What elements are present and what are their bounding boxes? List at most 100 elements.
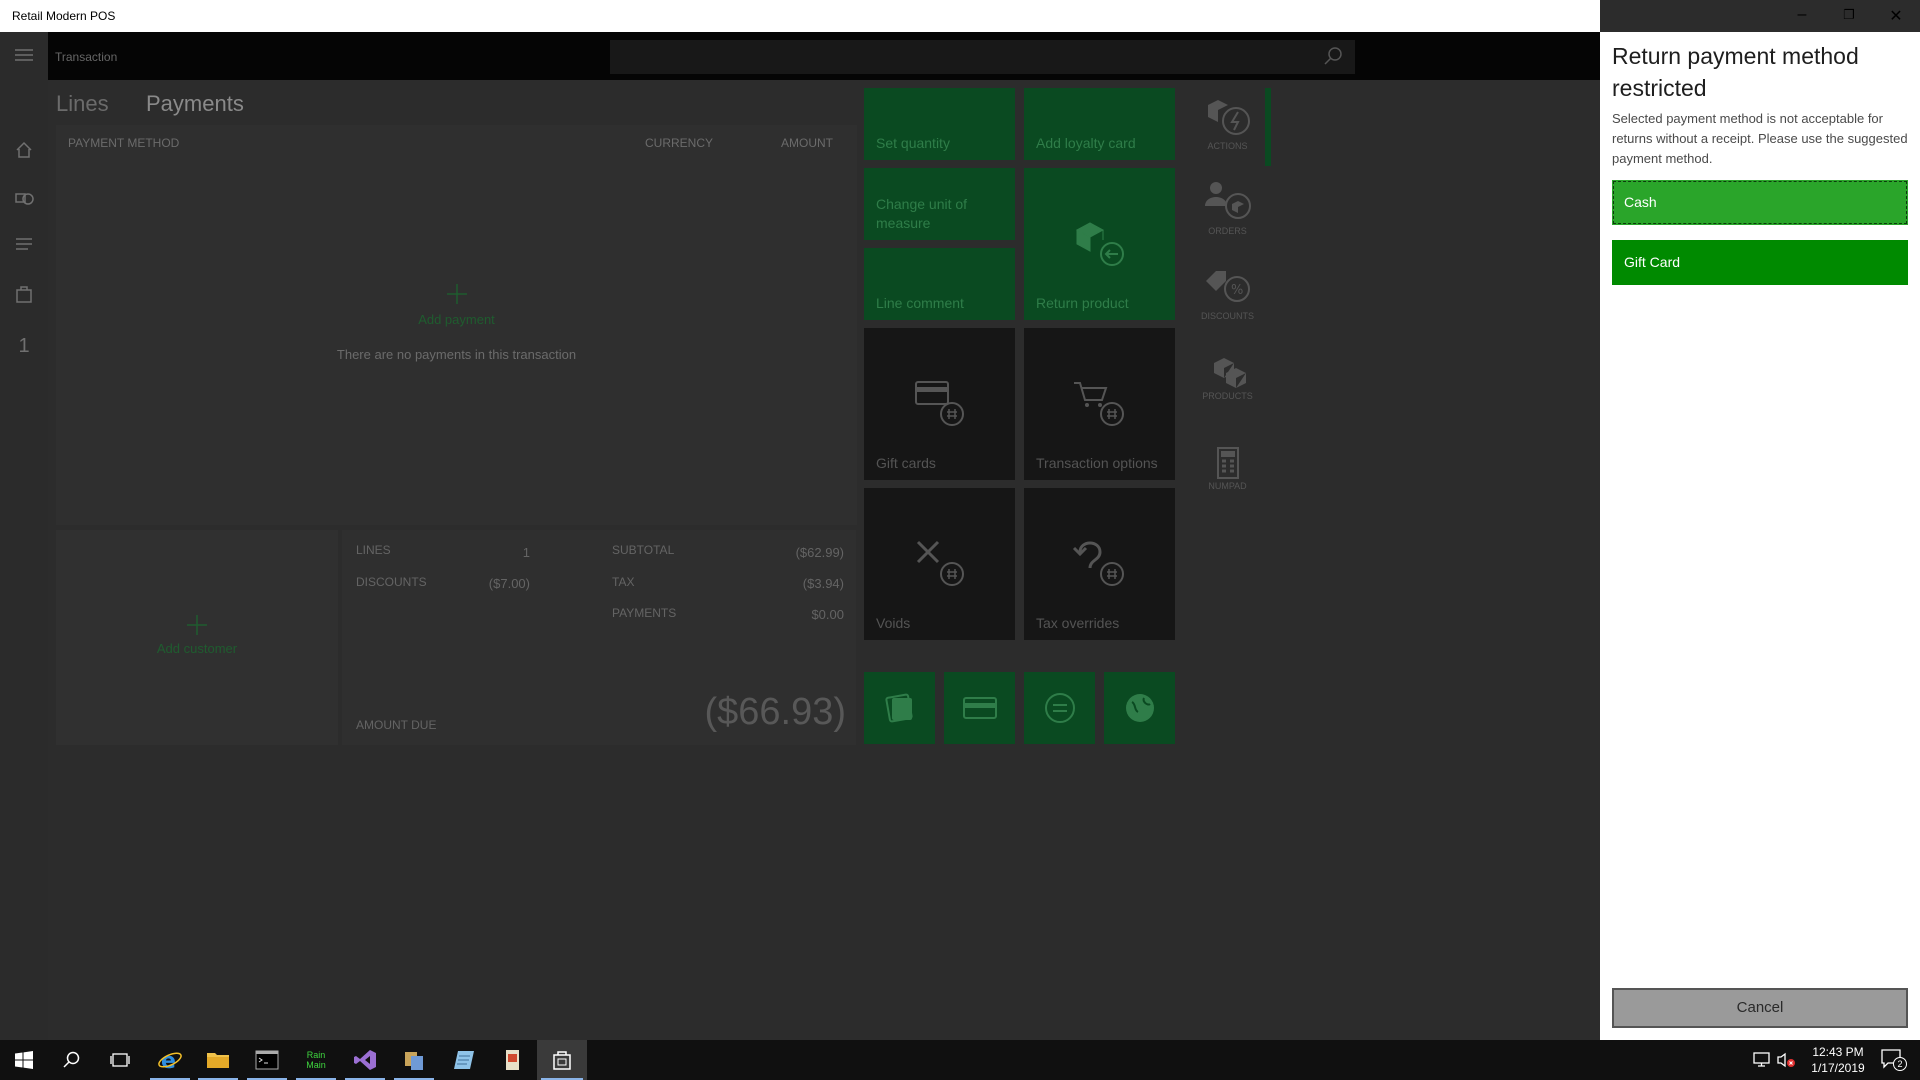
pay-currency-tile[interactable] [1104,672,1175,744]
search-input[interactable] [610,40,1355,74]
notepad-icon [454,1051,474,1069]
shopping-bag-icon[interactable] [12,284,36,308]
discounts-label: DISCOUNTS [356,575,427,589]
add-payment-label: Add payment [418,312,495,327]
action-center-icon[interactable]: 2 [1880,1048,1908,1072]
svg-text:e: e [161,1049,176,1072]
payments-value: $0.00 [811,607,844,622]
dialog-message: Selected payment method is not acceptabl… [1612,111,1908,166]
transaction-options-tile[interactable]: Transaction options [1024,328,1175,480]
terminal-icon [255,1050,279,1070]
discounts-value: ($7.00) [488,576,530,591]
hamburger-menu-icon[interactable] [12,46,36,70]
internet-explorer-button[interactable]: e [146,1040,194,1080]
rain-main-button[interactable]: Rain Main [292,1040,340,1080]
add-loyalty-card-tile[interactable]: Add loyalty card [1024,88,1175,160]
customer-panel: Add customer [56,530,338,745]
lines-label: LINES [356,543,391,557]
payments-label: PAYMENTS [612,606,677,620]
empty-message: There are no payments in this transactio… [336,347,577,362]
svg-text:%: % [1231,283,1243,298]
add-payment-button[interactable]: Add payment [56,283,857,327]
cancel-button[interactable]: Cancel [1612,988,1908,1028]
column-header-currency[interactable]: CURRENCY [645,136,713,150]
pay-card-tile[interactable] [944,672,1015,744]
column-header-payment-method[interactable]: PAYMENT METHOD [68,136,179,150]
taskbar: e Rain Main 12:43 PM 1/17/2019 2 [0,1040,1920,1080]
home-icon[interactable] [12,140,36,164]
toolbar-products-label: PRODUCTS [1202,391,1253,401]
open-transactions-count[interactable]: 1 [12,334,36,358]
volume-muted-icon[interactable] [1776,1052,1796,1073]
search-icon [63,1051,80,1068]
products-nav-icon[interactable] [12,187,36,211]
column-header-amount[interactable]: AMOUNT [781,136,833,150]
restore-button[interactable]: ❐ [1834,7,1864,23]
undo-icon [1072,541,1124,586]
folder-icon [207,1053,229,1068]
system-clock[interactable]: 12:43 PM 1/17/2019 [1797,1044,1879,1076]
notepad-button[interactable] [440,1040,488,1080]
close-button[interactable]: ✕ [1881,6,1911,26]
actions-icon [1207,100,1250,135]
change-unit-tile[interactable]: Change unit of measure [864,168,1015,240]
package-icon [405,1052,423,1070]
shopping-cart-icon [1074,382,1124,426]
clock-date: 1/17/2019 [1811,1061,1865,1075]
line-comment-tile[interactable]: Line comment [864,248,1015,320]
add-customer-button[interactable]: Add customer [56,614,338,656]
plus-icon [187,615,207,635]
visual-studio-button[interactable] [341,1040,389,1080]
search-icon[interactable] [1323,46,1343,66]
tax-overrides-tile[interactable]: Tax overrides [1024,488,1175,640]
gift-card-payment-button[interactable]: Gift Card [1612,240,1908,285]
start-button[interactable] [0,1040,48,1080]
pay-cash-tile[interactable] [864,672,935,744]
payments-grid: PAYMENT METHOD CURRENCY AMOUNT Add payme… [56,125,857,525]
minimize-button[interactable]: – [1787,6,1817,24]
lines-value: 1 [522,545,530,560]
retail-pos-taskbar-button[interactable] [537,1040,587,1080]
windows-logo-icon [15,1051,33,1069]
toolbar-orders[interactable]: ORDERS [1190,180,1265,236]
clock-time: 12:43 PM [1812,1045,1864,1059]
toolbar-orders-label: ORDERS [1208,226,1247,236]
return-product-tile[interactable]: Return product [1024,168,1175,320]
search-taskbar-button[interactable] [48,1040,96,1080]
left-nav-rail: 1 [0,32,48,1040]
pay-exact-tile[interactable] [1024,672,1095,744]
network-icon[interactable] [1752,1052,1772,1073]
transaction-nav-icon[interactable] [12,235,36,259]
file-explorer-button[interactable] [194,1040,242,1080]
discounts-icon: % [1205,271,1250,302]
task-view-icon [110,1053,130,1067]
app-package-button[interactable] [390,1040,438,1080]
notification-count: 2 [1893,1057,1907,1071]
header-bar: Transaction [48,32,1600,80]
task-view-button[interactable] [96,1040,144,1080]
set-quantity-tile[interactable]: Set quantity [864,88,1015,160]
cash-payment-button[interactable]: Cash [1612,180,1908,225]
toolbar-numpad[interactable]: NUMPAD [1190,445,1265,491]
tab-lines[interactable]: Lines [56,91,109,117]
tax-label: TAX [612,575,635,589]
toolbar-actions-label: ACTIONS [1207,141,1248,151]
toolbar-discounts-label: DISCOUNTS [1200,311,1254,321]
calculator-icon [1216,447,1239,479]
toolbar-discounts[interactable]: % DISCOUNTS [1190,265,1265,321]
equals-icon [1045,693,1075,723]
void-x-icon [916,540,964,586]
toolbar-actions[interactable]: ACTIONS [1190,95,1265,151]
command-prompt-button[interactable] [243,1040,291,1080]
gift-cards-tile[interactable]: Gift cards [864,328,1015,480]
toolbar-products[interactable]: PRODUCTS [1190,355,1265,401]
tab-payments[interactable]: Payments [146,91,244,117]
visual-studio-icon [354,1050,376,1070]
window-title-bar: Retail Modern POS [0,0,1600,32]
voids-tile[interactable]: Voids [864,488,1015,640]
window-title: Retail Modern POS [12,9,116,23]
amount-due-value: ($66.93) [704,691,846,733]
subtotal-label: SUBTOTAL [612,543,675,557]
amount-due-label: AMOUNT DUE [356,718,437,732]
document-app-button[interactable] [488,1040,536,1080]
